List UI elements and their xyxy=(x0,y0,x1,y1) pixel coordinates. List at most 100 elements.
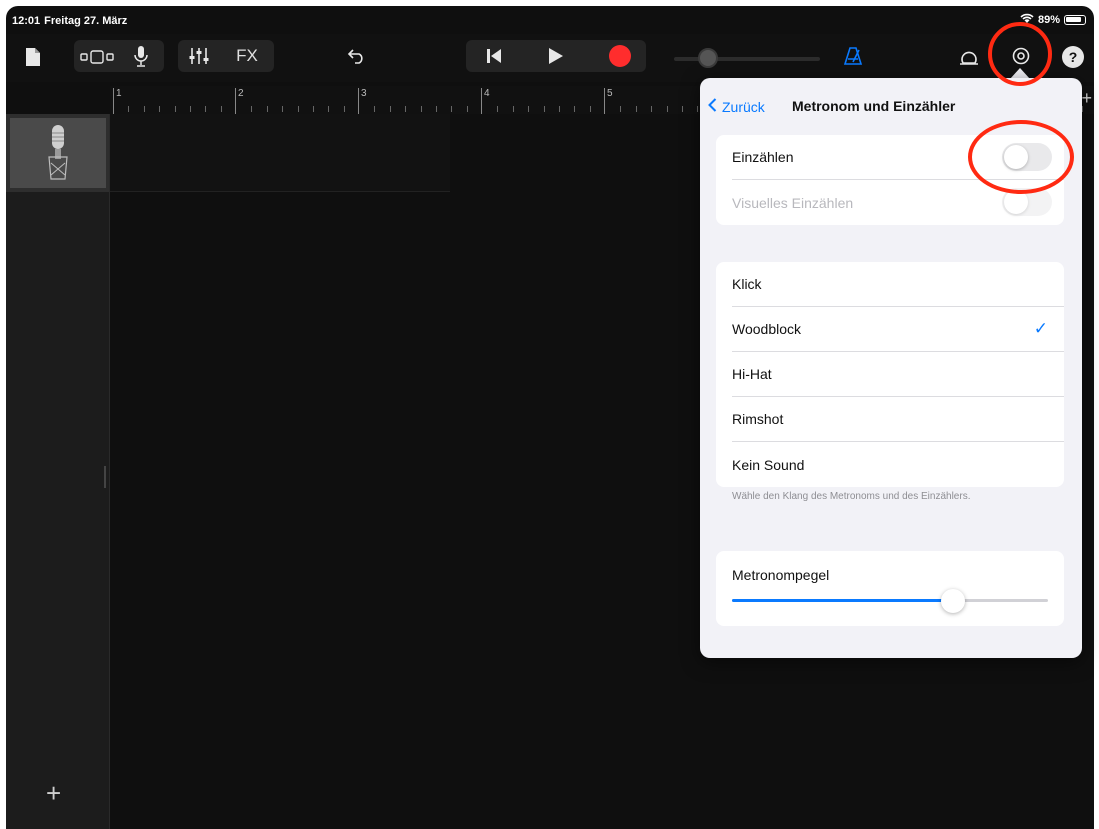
add-track-button[interactable]: + xyxy=(46,778,61,809)
sound-label: Kein Sound xyxy=(732,456,805,473)
ruler-tick xyxy=(543,106,545,112)
bar-number: 5 xyxy=(607,88,613,99)
ruler-tick xyxy=(451,106,453,112)
track-header-column: + xyxy=(6,114,110,829)
ruler-tick xyxy=(312,106,314,112)
ruler-tick xyxy=(128,106,130,112)
ruler-tick xyxy=(466,106,468,112)
settings-gear-icon[interactable] xyxy=(1006,42,1036,70)
ruler-tick xyxy=(174,106,176,112)
volume-slider[interactable] xyxy=(732,599,1048,602)
microphone-track-icon xyxy=(10,118,106,188)
bar-number: 1 xyxy=(116,88,122,99)
sound-option-woodblock[interactable]: Woodblock ✓ xyxy=(732,307,1064,352)
sound-label: Woodblock xyxy=(732,321,802,337)
bar-number: 2 xyxy=(238,88,244,99)
ruler-tick xyxy=(420,106,422,112)
loop-browser-icon[interactable] xyxy=(954,42,984,70)
play-icon[interactable] xyxy=(538,42,574,70)
undo-icon[interactable] xyxy=(342,42,372,70)
ruler-tick xyxy=(497,106,499,112)
battery-icon xyxy=(1064,15,1086,25)
ruler-tick xyxy=(528,106,530,112)
ruler-tick xyxy=(589,106,591,112)
back-button[interactable]: Zurück xyxy=(708,98,765,115)
ruler-tick xyxy=(651,106,653,112)
countin-group: Einzählen Visuelles Einzählen xyxy=(716,135,1064,225)
countin-label: Einzählen xyxy=(732,149,794,165)
status-bar: 12:01 Freitag 27. März 89% xyxy=(6,6,1094,34)
sound-option-hihat[interactable]: Hi-Hat xyxy=(732,352,1064,397)
help-button[interactable]: ? xyxy=(1060,44,1086,70)
track-header-audio-recorder[interactable] xyxy=(6,114,109,192)
ruler-tick xyxy=(666,106,668,112)
mixer-icon[interactable] xyxy=(182,42,216,70)
status-time-date: 12:01 Freitag 27. März xyxy=(12,15,127,27)
resize-handle[interactable] xyxy=(104,466,106,488)
chevron-left-icon xyxy=(708,98,717,115)
sound-option-klick[interactable]: Klick xyxy=(732,262,1064,307)
checkmark-icon: ✓ xyxy=(1033,319,1048,338)
visual-countin-label: Visuelles Einzählen xyxy=(732,194,854,211)
sound-footnote: Wähle den Klang des Metronoms und des Ei… xyxy=(732,491,971,502)
metronome-icon[interactable] xyxy=(838,42,868,70)
ruler-tick xyxy=(389,106,391,112)
tracks-view-icon[interactable] xyxy=(76,44,118,70)
ruler-tick xyxy=(328,106,330,112)
ruler-tick xyxy=(205,106,207,112)
sound-label: Klick xyxy=(732,276,762,292)
countin-row: Einzählen xyxy=(732,135,1064,180)
go-to-start-icon[interactable] xyxy=(476,42,512,70)
ruler-tick xyxy=(159,106,161,112)
ruler-tick xyxy=(143,106,145,112)
ruler-tick xyxy=(574,106,576,112)
ruler-tick xyxy=(681,106,683,112)
volume-knob[interactable] xyxy=(941,589,966,613)
metronome-popover: Zurück Metronom und Einzähler Einzählen … xyxy=(700,78,1082,658)
ruler-tick xyxy=(697,106,699,112)
volume-fill xyxy=(732,599,954,602)
volume-group: Metronompegel xyxy=(716,551,1064,626)
bar-number: 4 xyxy=(484,88,490,99)
ruler-tick xyxy=(282,106,284,112)
ruler-tick xyxy=(512,106,514,112)
popover-title: Metronom und Einzähler xyxy=(792,98,956,114)
back-label: Zurück xyxy=(722,98,765,115)
ruler-tick xyxy=(405,106,407,112)
ruler-tick xyxy=(251,106,253,112)
sound-option-rimshot[interactable]: Rimshot xyxy=(732,397,1064,442)
master-volume-slider[interactable] xyxy=(674,57,820,61)
my-songs-icon[interactable] xyxy=(20,44,46,70)
track-lane[interactable] xyxy=(110,114,450,192)
fx-button[interactable]: FX xyxy=(228,42,266,70)
status-date: Freitag 27. März xyxy=(44,15,128,27)
ruler-tick xyxy=(635,106,637,112)
countin-toggle[interactable] xyxy=(1002,143,1052,171)
battery-percent: 89% xyxy=(1037,14,1060,26)
visual-countin-row: Visuelles Einzählen xyxy=(732,180,1064,225)
ruler-tick xyxy=(343,106,345,112)
record-icon xyxy=(609,45,631,67)
sound-group: Klick Woodblock ✓ Hi-Hat Rimshot Kein Sou… xyxy=(716,262,1064,487)
popover-nav-bar: Zurück Metronom und Einzähler xyxy=(700,78,1082,126)
status-time: 12:01 xyxy=(12,15,41,27)
microphone-icon[interactable] xyxy=(126,42,156,70)
visual-countin-toggle[interactable] xyxy=(1002,188,1052,216)
status-battery: 89% xyxy=(1020,13,1086,27)
ruler-tick xyxy=(558,106,560,112)
ruler-tick xyxy=(220,106,222,112)
bar-number: 3 xyxy=(361,88,367,99)
master-volume-knob[interactable] xyxy=(698,48,718,68)
ruler-tick xyxy=(266,106,268,112)
toolbar: FX ? xyxy=(6,34,1094,82)
add-section-icon[interactable]: + xyxy=(1081,88,1092,109)
sound-label: Rimshot xyxy=(732,411,784,427)
volume-label: Metronompegel xyxy=(732,567,830,583)
ruler-tick xyxy=(297,106,299,112)
record-button[interactable] xyxy=(602,42,638,70)
sound-label: Hi-Hat xyxy=(732,366,772,382)
ruler-tick xyxy=(189,106,191,112)
ruler-tick xyxy=(435,106,437,112)
ruler-tick xyxy=(620,106,622,112)
sound-option-kein-sound[interactable]: Kein Sound xyxy=(732,442,1064,487)
